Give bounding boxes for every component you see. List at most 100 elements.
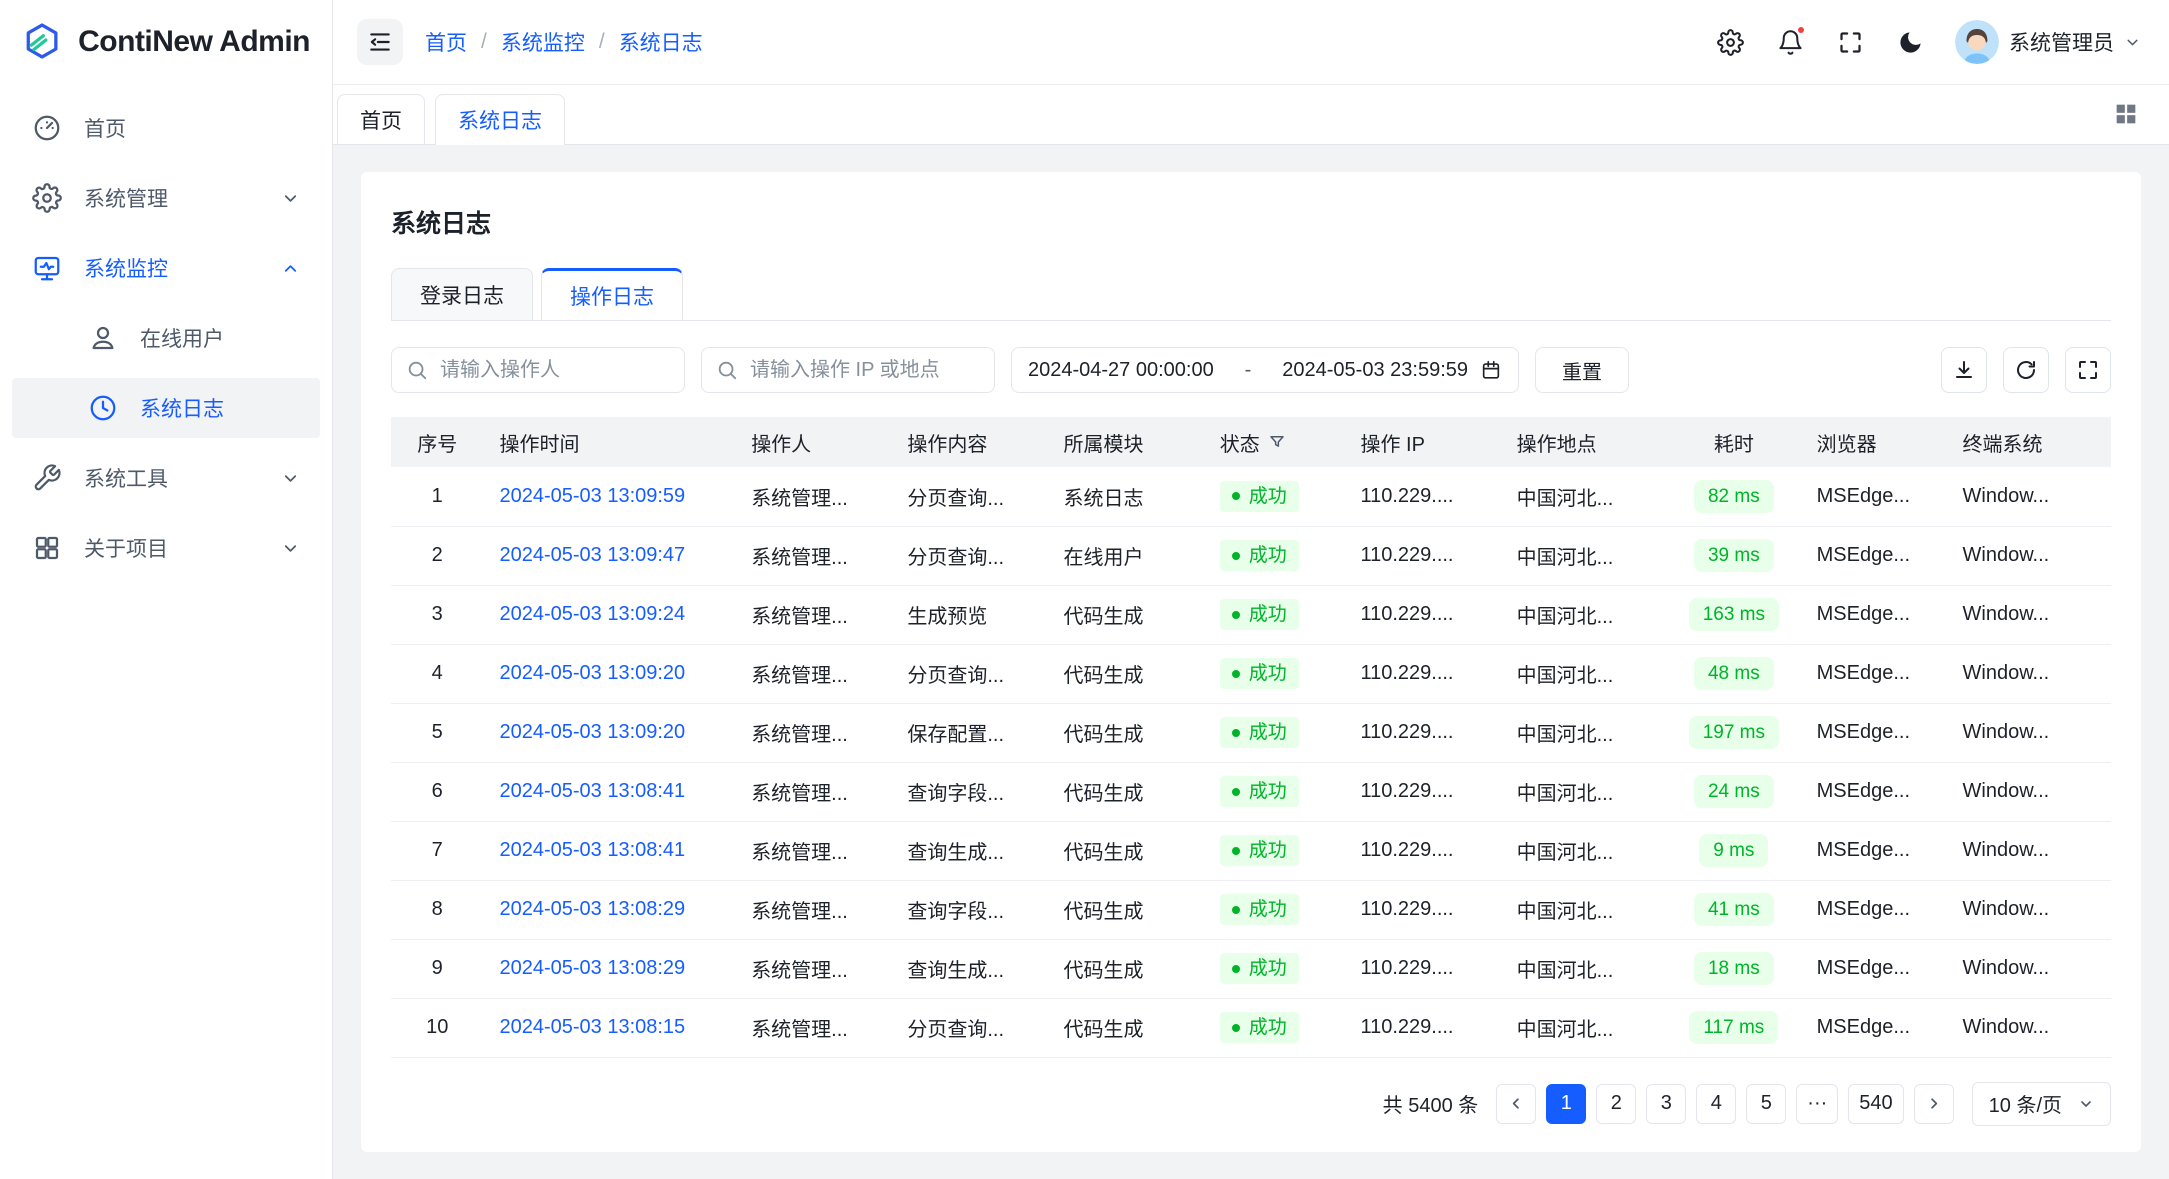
page-size-select[interactable]: 10 条/页 — [1972, 1082, 2111, 1126]
ip-search-input[interactable] — [748, 358, 980, 383]
cell-os: Window... — [1947, 821, 2111, 880]
grid-icon — [2112, 100, 2140, 128]
log-detail-link[interactable]: 2024-05-03 13:08:41 — [499, 780, 685, 802]
tab-login-logs[interactable]: 登录日志 — [391, 268, 533, 320]
date-start-value[interactable]: 2024-04-27 00:00:00 — [1028, 359, 1214, 382]
cell-os: Window... — [1947, 998, 2111, 1057]
cell-content: 查询字段... — [891, 762, 1047, 821]
tab-operation-logs[interactable]: 操作日志 — [541, 268, 683, 320]
sidebar-item-about-project[interactable]: 关于项目 — [12, 518, 320, 578]
sidebar-item-system-logs[interactable]: 系统日志 — [12, 378, 320, 438]
cell-duration: 9 ms — [1667, 821, 1801, 880]
cell-module: 代码生成 — [1048, 939, 1204, 998]
next-page-button[interactable] — [1914, 1084, 1954, 1124]
page-button-1[interactable]: 1 — [1546, 1084, 1586, 1124]
sidebar-item-system-tools[interactable]: 系统工具 — [12, 448, 320, 508]
log-detail-link[interactable]: 2024-05-03 13:09:47 — [499, 544, 685, 566]
breadcrumb-item-home[interactable]: 首页 — [425, 27, 467, 57]
page-tab-home[interactable]: 首页 — [337, 94, 425, 144]
sidebar-nav: 首页 系统管理 系统监控 在线 — [0, 84, 332, 592]
cell-operator: 系统管理... — [735, 703, 891, 762]
export-button[interactable] — [1941, 347, 1987, 393]
cell-status: 成功 — [1204, 939, 1345, 998]
user-menu[interactable]: 系统管理员 — [1955, 20, 2141, 64]
duration-badge: 41 ms — [1694, 893, 1774, 926]
log-detail-link[interactable]: 2024-05-03 13:08:41 — [499, 839, 685, 861]
cell-content: 查询生成... — [891, 939, 1047, 998]
duration-badge: 48 ms — [1694, 657, 1774, 690]
settings-button[interactable] — [1715, 27, 1745, 57]
page-tab-system-logs[interactable]: 系统日志 — [435, 94, 565, 145]
cell-operator: 系统管理... — [735, 762, 891, 821]
sidebar-collapse-button[interactable] — [357, 19, 403, 65]
page-button-last[interactable]: 540 — [1848, 1084, 1903, 1124]
cell-content: 查询生成... — [891, 821, 1047, 880]
col-time: 操作时间 — [483, 417, 735, 467]
page-tab-label: 首页 — [360, 105, 402, 135]
status-label: 成功 — [1249, 782, 1287, 801]
sidebar-item-system-monitor[interactable]: 系统监控 — [12, 238, 320, 298]
log-detail-link[interactable]: 2024-05-03 13:08:29 — [499, 898, 685, 920]
sidebar-item-label: 关于项目 — [84, 533, 259, 563]
log-detail-link[interactable]: 2024-05-03 13:09:20 — [499, 721, 685, 743]
date-end-value[interactable]: 2024-05-03 23:59:59 — [1282, 359, 1468, 382]
log-detail-link[interactable]: 2024-05-03 13:08:29 — [499, 957, 685, 979]
cell-location: 中国河北... — [1501, 644, 1667, 703]
operator-search-field[interactable] — [391, 347, 685, 393]
cell-module: 代码生成 — [1048, 998, 1204, 1057]
log-type-tabs: 登录日志 操作日志 — [391, 268, 2111, 321]
filter-funnel-icon[interactable] — [1268, 433, 1286, 451]
cell-browser: MSEdge... — [1801, 526, 1947, 585]
pagination: 共 5400 条 12345 ··· 540 10 条/页 — [391, 1082, 2111, 1126]
status-label: 成功 — [1249, 1018, 1287, 1037]
page-title: 系统日志 — [391, 204, 2111, 240]
status-badge: 成功 — [1220, 835, 1299, 866]
cell-browser: MSEdge... — [1801, 585, 1947, 644]
cell-location: 中国河北... — [1501, 467, 1667, 526]
status-dot-icon — [1232, 492, 1240, 500]
cell-module: 系统日志 — [1048, 467, 1204, 526]
refresh-button[interactable] — [2003, 347, 2049, 393]
refresh-icon — [2014, 358, 2038, 382]
username-label: 系统管理员 — [2009, 27, 2114, 57]
clock-icon — [88, 393, 118, 423]
sidebar: ContiNew Admin 首页 系统管理 — [0, 0, 333, 1179]
cell-location: 中国河北... — [1501, 939, 1667, 998]
cell-location: 中国河北... — [1501, 821, 1667, 880]
page-button-3[interactable]: 3 — [1646, 1084, 1686, 1124]
sidebar-item-system-management[interactable]: 系统管理 — [12, 168, 320, 228]
page-button-5[interactable]: 5 — [1746, 1084, 1786, 1124]
breadcrumb-item-logs[interactable]: 系统日志 — [619, 27, 703, 57]
page-button-2[interactable]: 2 — [1596, 1084, 1636, 1124]
date-range-picker[interactable]: 2024-04-27 00:00:00 - 2024-05-03 23:59:5… — [1011, 347, 1519, 393]
prev-page-button[interactable] — [1496, 1084, 1536, 1124]
ip-search-field[interactable] — [701, 347, 995, 393]
status-badge: 成功 — [1220, 953, 1299, 984]
cell-ip: 110.229.... — [1344, 762, 1500, 821]
operator-search-input[interactable] — [438, 358, 670, 383]
system-logs-card: 系统日志 登录日志 操作日志 — [361, 172, 2141, 1152]
cell-module: 代码生成 — [1048, 821, 1204, 880]
more-pages-button[interactable]: ··· — [1796, 1084, 1838, 1124]
breadcrumb-item-monitor[interactable]: 系统监控 — [501, 27, 585, 57]
log-detail-link[interactable]: 2024-05-03 13:08:15 — [499, 1016, 685, 1038]
sidebar-item-home[interactable]: 首页 — [12, 98, 320, 158]
reset-button[interactable]: 重置 — [1535, 347, 1629, 393]
cell-module: 代码生成 — [1048, 762, 1204, 821]
fullscreen-button[interactable] — [1835, 27, 1865, 57]
page-button-4[interactable]: 4 — [1696, 1084, 1736, 1124]
log-detail-link[interactable]: 2024-05-03 13:09:20 — [499, 662, 685, 684]
log-detail-link[interactable]: 2024-05-03 13:09:59 — [499, 485, 685, 507]
status-label: 成功 — [1249, 546, 1287, 565]
table-fullscreen-button[interactable] — [2065, 347, 2111, 393]
cell-ip: 110.229.... — [1344, 939, 1500, 998]
cell-browser: MSEdge... — [1801, 880, 1947, 939]
cell-location: 中国河北... — [1501, 585, 1667, 644]
chevron-right-icon — [1925, 1095, 1942, 1112]
tab-actions-button[interactable] — [2111, 100, 2141, 130]
sidebar-item-online-users[interactable]: 在线用户 — [12, 308, 320, 368]
dark-mode-button[interactable] — [1895, 27, 1925, 57]
notifications-button[interactable] — [1775, 27, 1805, 57]
log-detail-link[interactable]: 2024-05-03 13:09:24 — [499, 603, 685, 625]
brand-header[interactable]: ContiNew Admin — [0, 0, 332, 84]
